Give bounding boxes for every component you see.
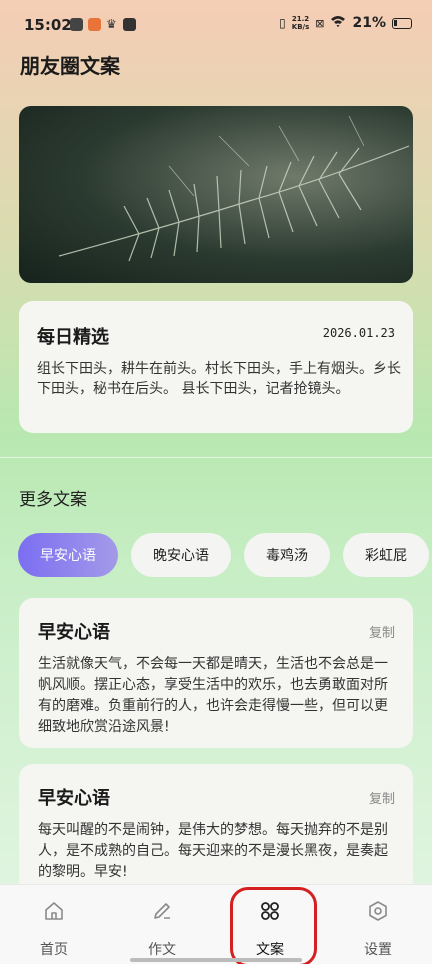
tab-copywriting-label: 文案 [256, 942, 284, 958]
pencil-icon [154, 903, 170, 919]
page-title: 朋友圈文案 [20, 54, 120, 78]
network-speed: 21.2 KB/s [291, 15, 310, 31]
more-copy-heading: 更多文案 [19, 490, 87, 510]
chip-morning[interactable]: 早安心语 [18, 533, 118, 577]
battery-icon [392, 17, 412, 29]
shopping-notification-icon [88, 18, 101, 31]
tab-copywriting[interactable]: 文案 [220, 885, 320, 964]
app-notification-icon [70, 18, 83, 31]
copy-button[interactable]: 复制 [369, 622, 395, 641]
wifi-icon [330, 15, 346, 31]
tab-home-label: 首页 [40, 942, 68, 958]
crown-icon: ♛ [106, 17, 117, 31]
grid-icon [261, 902, 279, 920]
battery-percent: 21% [352, 15, 386, 31]
daily-pick-date: 2026.01.23 [322, 326, 395, 340]
daily-pick-title: 每日精选 [37, 327, 109, 348]
tab-writing-label: 作文 [148, 942, 176, 958]
no-sim-icon: ⊠ [315, 16, 325, 30]
chip-night[interactable]: 晚安心语 [131, 533, 231, 577]
copy-button[interactable]: 复制 [369, 788, 395, 807]
vibrate-icon: ▯ [279, 16, 286, 30]
home-icon [45, 902, 63, 920]
chip-toxic-soup[interactable]: 毒鸡汤 [244, 533, 330, 577]
post-card: 早安心语 复制 生活就像天气，不会每一天都是晴天，生活也不会总是一帆风顺。摆正心… [19, 598, 413, 748]
message-notification-icon [123, 18, 136, 31]
tab-writing[interactable]: 作文 [112, 885, 212, 964]
bottom-tab-bar: 首页 作文 文案 设置 [0, 884, 432, 964]
post-text: 生活就像天气，不会每一天都是晴天，生活也不会总是一帆风顺。摆正心态，享受生活中的… [38, 656, 388, 735]
category-chips: 早安心语 晚安心语 毒鸡汤 彩虹屁 [18, 533, 429, 577]
daily-pick-text: 组长下田头，耕牛在前头。村长下田头，手上有烟头。乡长下田头，秘书在后头。 县长下… [37, 361, 401, 397]
chip-compliment[interactable]: 彩虹屁 [343, 533, 429, 577]
tab-settings[interactable]: 设置 [328, 885, 428, 964]
post-title: 早安心语 [38, 622, 110, 643]
post-card: 早安心语 复制 每天叫醒的不是闹钟，是伟大的梦想。每天抛弃的不是别人，是不成熟的… [19, 764, 413, 904]
home-indicator [130, 958, 302, 962]
post-title: 早安心语 [38, 788, 110, 809]
divider [0, 457, 432, 458]
tab-settings-label: 设置 [364, 942, 392, 958]
post-text: 每天叫醒的不是闹钟，是伟大的梦想。每天抛弃的不是别人，是不成熟的自己。每天迎来的… [38, 822, 388, 880]
settings-icon [369, 901, 387, 921]
status-bar: 15:02 ♛ ▯ 21.2 KB/s ⊠ 21% [0, 0, 432, 50]
hero-image [19, 106, 413, 283]
daily-pick-card[interactable]: 每日精选 2026.01.23 组长下田头，耕牛在前头。村长下田头，手上有烟头。… [19, 301, 413, 433]
tab-home[interactable]: 首页 [4, 885, 104, 964]
status-time: 15:02 [24, 16, 72, 34]
